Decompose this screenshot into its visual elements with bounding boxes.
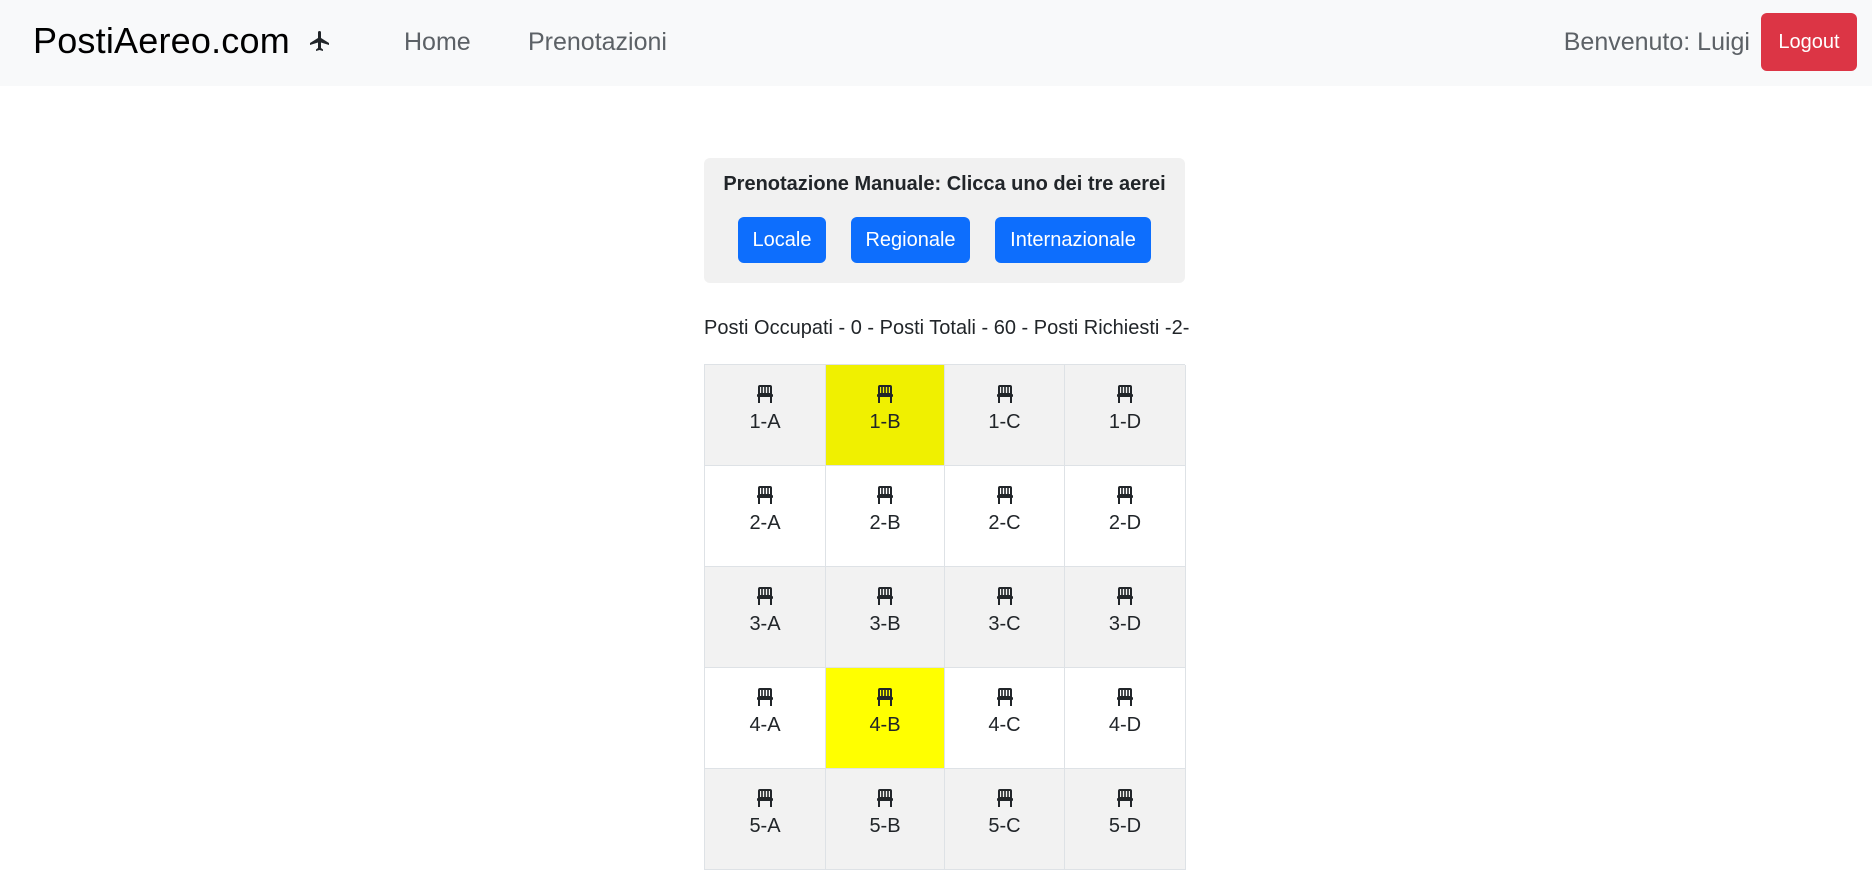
seat-label: 3-D — [1108, 613, 1142, 635]
nav-prenotazioni-link[interactable]: Prenotazioni — [528, 28, 667, 57]
seat-icon — [757, 385, 773, 403]
seat-label: 5-A — [749, 815, 781, 837]
seat-cell[interactable]: 3-B — [826, 567, 945, 668]
seat-icon — [996, 587, 1013, 605]
seat-cell[interactable]: 2-C — [945, 466, 1065, 567]
seat-icon — [877, 385, 893, 403]
seat-label: 4-A — [749, 714, 781, 736]
seat-cell[interactable]: 4-D — [1065, 668, 1186, 769]
seat-label: 2-B — [869, 512, 901, 534]
seat-icon — [877, 587, 893, 605]
logout-button[interactable]: Logout — [1761, 13, 1857, 71]
seat-label: 5-C — [988, 815, 1021, 837]
seat-label: 4-B — [869, 714, 901, 736]
seat-label: 4-D — [1108, 714, 1142, 736]
seat-icon — [757, 587, 773, 605]
seat-icon — [757, 789, 773, 807]
seat-cell[interactable]: 3-A — [705, 567, 826, 668]
seat-icon — [996, 789, 1013, 807]
seat-label: 5-D — [1108, 815, 1142, 837]
seat-label: 2-D — [1108, 512, 1142, 534]
seat-icon — [757, 688, 773, 706]
manual-booking-panel: Prenotazione Manuale: Clicca uno dei tre… — [704, 158, 1185, 283]
seat-label: 3-A — [749, 613, 781, 635]
seat-label: 1-C — [988, 411, 1021, 433]
brand-name: PostiAereo.com — [33, 20, 290, 61]
seat-cell[interactable]: 5-B — [826, 769, 945, 870]
seat-cell[interactable]: 2-B — [826, 466, 945, 567]
seat-cell[interactable]: 1-A — [705, 365, 826, 466]
seat-cell[interactable]: 2-A — [705, 466, 826, 567]
seat-icon — [1117, 385, 1133, 403]
seat-cell[interactable]: 1-D — [1065, 365, 1186, 466]
seat-icon — [996, 688, 1013, 706]
seat-status-text: Posti Occupati - 0 - Posti Totali - 60 -… — [704, 317, 1190, 339]
seat-label: 3-C — [988, 613, 1021, 635]
seat-icon — [877, 688, 893, 706]
seat-cell[interactable]: 3-C — [945, 567, 1065, 668]
seat-cell[interactable]: 4-A — [705, 668, 826, 769]
seat-cell[interactable]: 4-C — [945, 668, 1065, 769]
seat-icon — [1117, 486, 1133, 504]
seat-label: 1-A — [749, 411, 781, 433]
seat-label: 3-B — [869, 613, 901, 635]
nav-home-link[interactable]: Home — [404, 28, 471, 57]
seat-icon — [757, 486, 773, 504]
seat-cell[interactable]: 1-C — [945, 365, 1065, 466]
plane-locale-button[interactable]: Locale — [738, 217, 826, 263]
seat-cell[interactable]: 5-C — [945, 769, 1065, 870]
seat-label: 1-B — [869, 411, 901, 433]
welcome-text: Benvenuto: Luigi — [1563, 28, 1750, 56]
seat-cell[interactable]: 5-A — [705, 769, 826, 870]
seat-label: 2-A — [749, 512, 781, 534]
navbar: PostiAereo.com Home Prenotazioni Benvenu… — [0, 0, 1872, 86]
seat-label: 5-B — [869, 815, 901, 837]
seat-icon — [1117, 688, 1133, 706]
seat-label: 2-C — [988, 512, 1021, 534]
seat-label: 4-C — [988, 714, 1021, 736]
plane-regionale-button[interactable]: Regionale — [851, 217, 970, 263]
seat-cell[interactable]: 5-D — [1065, 769, 1186, 870]
brand-link[interactable]: PostiAereo.com — [33, 20, 332, 62]
plane-internazionale-button[interactable]: Internazionale — [995, 217, 1151, 263]
seat-icon — [877, 789, 893, 807]
airplane-icon — [309, 31, 329, 51]
seat-icon — [996, 385, 1013, 403]
seat-icon — [1117, 587, 1133, 605]
seat-icon — [1117, 789, 1133, 807]
seat-cell[interactable]: 4-B — [826, 668, 945, 769]
seat-map: 1-A 1-B 1-C 1-D 2-A 2-B 2-C 2-D 3-A 3-B 3-C 3-D 4-A 4… — [704, 364, 1186, 870]
seat-cell[interactable]: 1-B — [826, 365, 945, 466]
seat-icon — [996, 486, 1013, 504]
seat-label: 1-D — [1108, 411, 1142, 433]
booking-panel-title: Prenotazione Manuale: Clicca uno dei tre… — [723, 173, 1166, 195]
seat-icon — [877, 486, 893, 504]
seat-cell[interactable]: 2-D — [1065, 466, 1186, 567]
seat-cell[interactable]: 3-D — [1065, 567, 1186, 668]
